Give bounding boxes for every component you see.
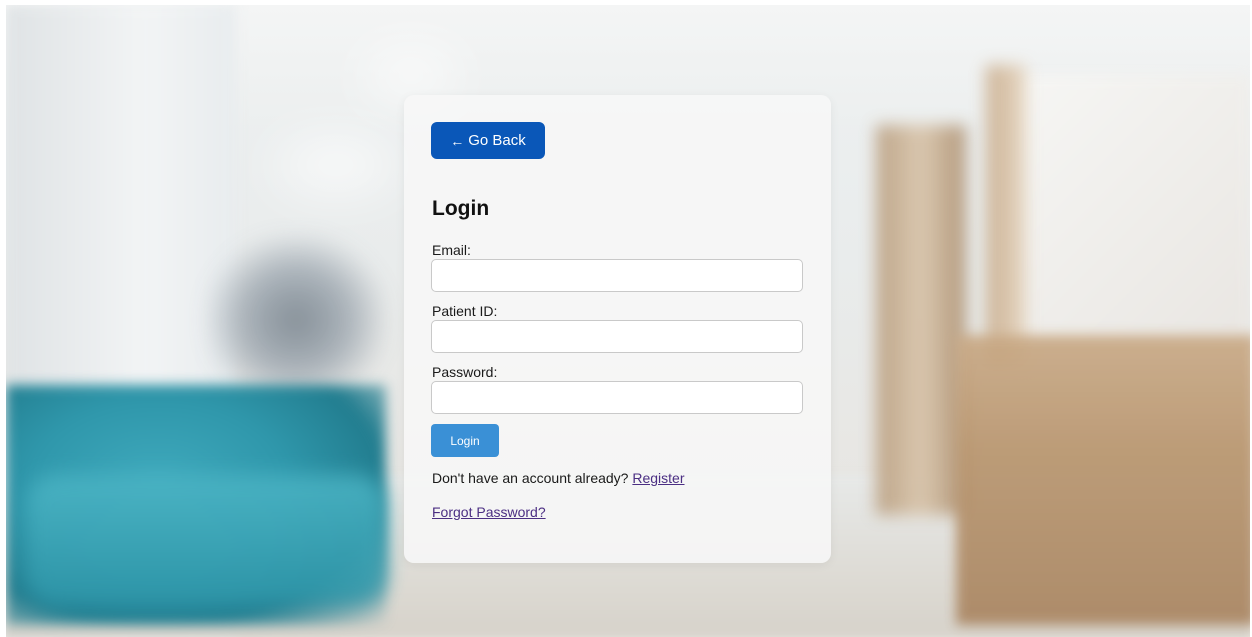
background-pillar: [986, 65, 1026, 365]
background-window: [1016, 75, 1250, 345]
email-field[interactable]: [431, 259, 803, 292]
page-title: Login: [432, 197, 490, 220]
arrow-left-icon: ←: [450, 132, 465, 149]
password-label: Password:: [432, 364, 498, 380]
register-prompt-text: Don't have an account already?: [432, 470, 629, 486]
patient-id-label: Patient ID:: [432, 303, 498, 319]
background-waiting-seats: [26, 475, 386, 605]
register-prompt-line: Don't have an account already? Register: [432, 470, 685, 486]
background-reception-desk: [956, 335, 1250, 625]
email-label: Email:: [432, 242, 471, 258]
register-link[interactable]: Register: [632, 470, 684, 486]
background-light: [276, 145, 396, 185]
login-button[interactable]: Login: [431, 424, 499, 457]
background-light: [366, 55, 456, 95]
go-back-button[interactable]: ← Go Back: [431, 122, 545, 159]
patient-id-field[interactable]: [431, 320, 803, 353]
password-field[interactable]: [431, 381, 803, 414]
background-pillar: [876, 125, 966, 515]
forgot-password-link[interactable]: Forgot Password?: [432, 504, 546, 520]
go-back-label: Go Back: [468, 132, 526, 149]
login-card: ← Go Back Login Email: Patient ID: Passw…: [404, 95, 831, 563]
background-people: [206, 235, 386, 405]
